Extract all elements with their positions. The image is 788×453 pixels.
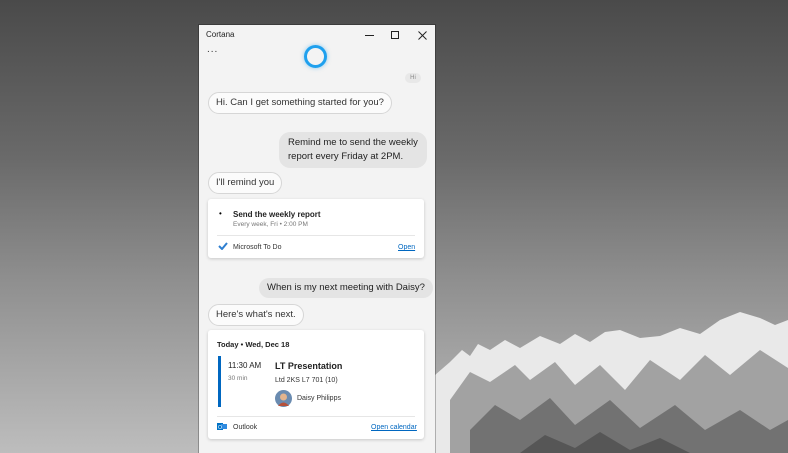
cortana-window: Cortana ... Hi Hi. Can I get something s…	[199, 25, 435, 453]
card-divider	[217, 416, 415, 417]
user-message-meeting: When is my next meeting with Daisy?	[259, 278, 433, 298]
previous-message-peek: Hi	[405, 73, 421, 83]
attendee-name: Daisy Philipps	[297, 395, 341, 402]
todo-app-name: Microsoft To Do	[233, 244, 282, 251]
event-location: Ltd 2KS L7 701 (10)	[275, 377, 338, 384]
card-divider	[217, 235, 415, 236]
title-bar: Cortana	[199, 25, 435, 45]
event-color-bar	[218, 356, 221, 407]
window-title: Cortana	[206, 30, 235, 39]
maximize-button[interactable]	[382, 25, 408, 45]
task-detail: Every week, Fri • 2:00 PM	[233, 221, 308, 228]
outlook-icon: O	[217, 423, 227, 431]
cortana-ring-icon	[304, 45, 327, 68]
user-message-line: Remind me to send the weekly	[288, 137, 418, 148]
user-message-reminder: Remind me to send the weekly report ever…	[279, 132, 427, 168]
calendar-date-header: Today • Wed, Dec 18	[217, 340, 290, 349]
more-options-button[interactable]: ...	[207, 44, 218, 55]
event-title[interactable]: LT Presentation	[275, 361, 342, 371]
minimize-button[interactable]	[356, 25, 382, 45]
event-time: 11:30 AM	[228, 361, 262, 370]
maximize-icon	[390, 30, 399, 39]
todo-open-link[interactable]: Open	[398, 244, 415, 251]
todo-check-icon	[218, 242, 228, 250]
cortana-reply-meeting: Here's what's next.	[208, 304, 304, 326]
cortana-reply-reminder: I'll remind you	[208, 172, 283, 194]
task-title: Send the weekly report	[233, 210, 321, 219]
event-duration: 30 min	[228, 375, 248, 382]
svg-text:O: O	[218, 425, 222, 431]
minimize-icon	[364, 34, 374, 36]
attendee-avatar	[275, 390, 292, 407]
todo-card: • Send the weekly report Every week, Fri…	[208, 199, 424, 258]
task-bullet: •	[219, 209, 222, 218]
close-icon	[417, 30, 427, 40]
user-message-line: report every Friday at 2PM.	[288, 151, 404, 162]
close-button[interactable]	[409, 25, 435, 45]
calendar-card: Today • Wed, Dec 18 11:30 AM 30 min LT P…	[208, 330, 424, 439]
outlook-app-name: Outlook	[233, 424, 258, 431]
cortana-greeting: Hi. Can I get something started for you?	[208, 92, 392, 114]
open-calendar-link[interactable]: Open calendar	[371, 424, 417, 431]
